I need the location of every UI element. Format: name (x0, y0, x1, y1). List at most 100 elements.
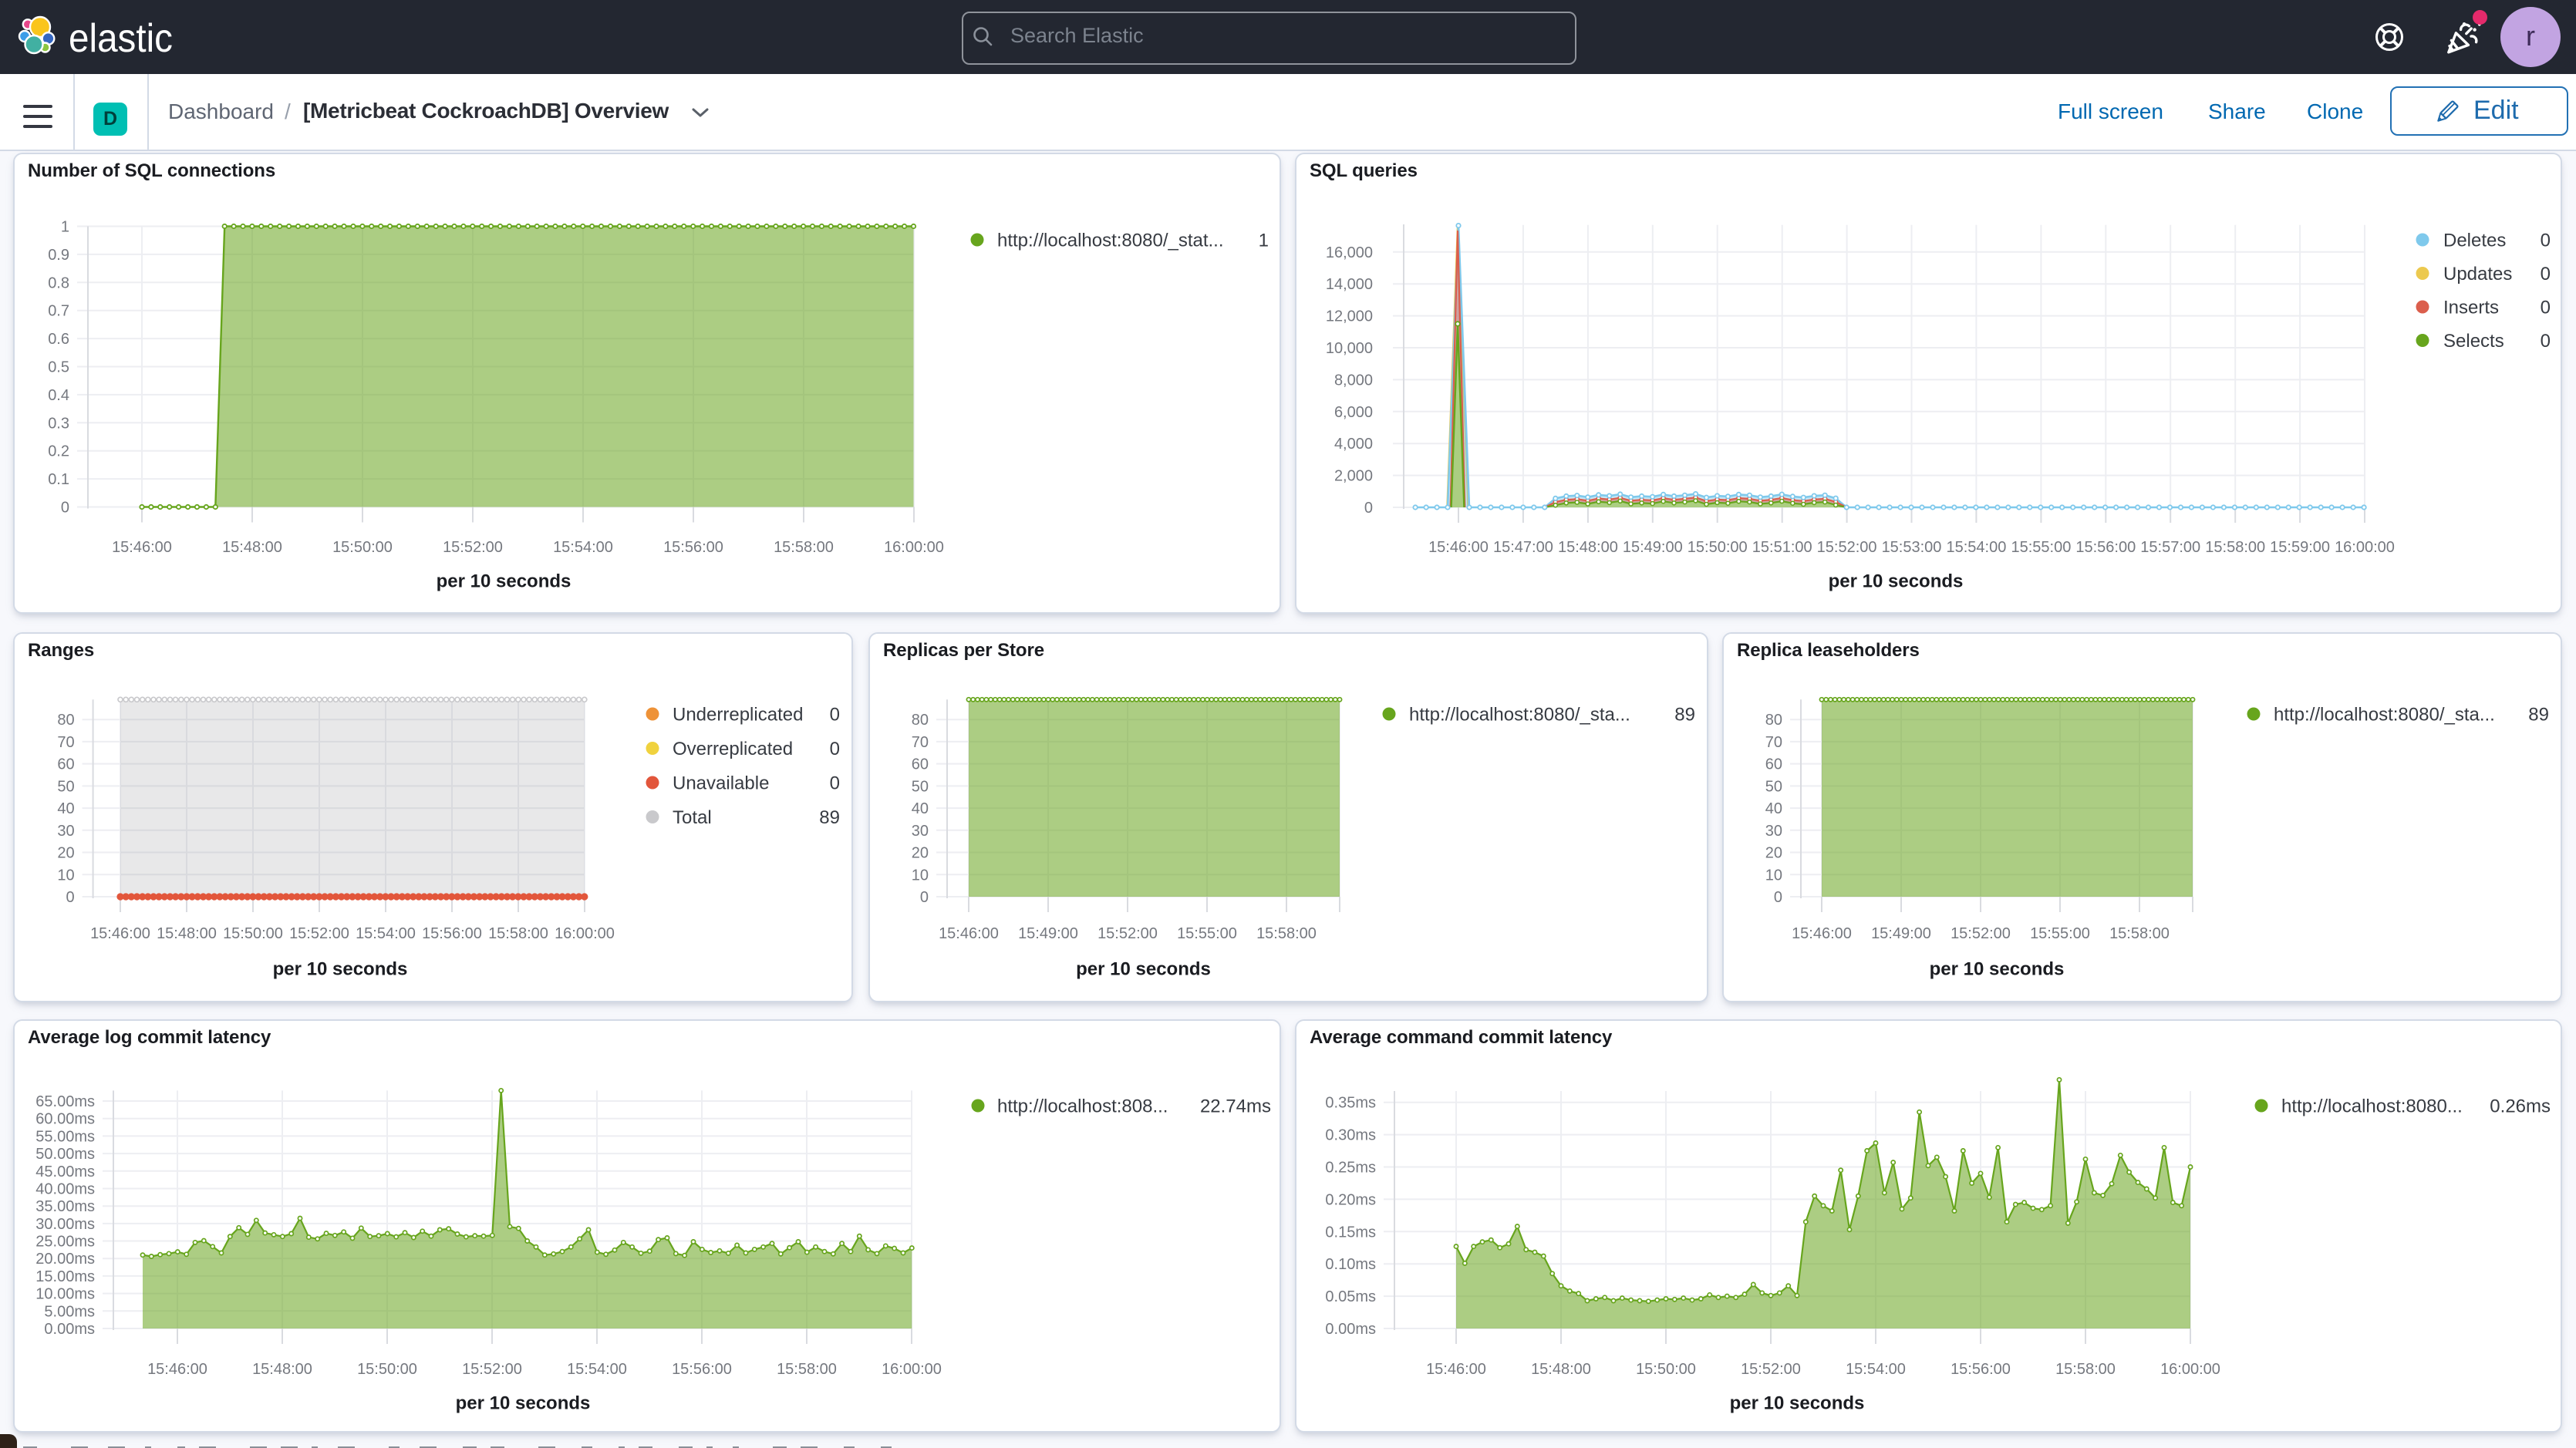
svg-text:15:53:00: 15:53:00 (1882, 539, 1942, 556)
svg-text:15:50:00: 15:50:00 (332, 539, 393, 556)
svg-text:70: 70 (1765, 734, 1782, 751)
svg-text:5.00ms: 5.00ms (44, 1303, 95, 1320)
svg-text:40: 40 (57, 800, 74, 817)
svg-text:Inserts: Inserts (2443, 297, 2499, 318)
svg-text:0: 0 (66, 889, 74, 906)
svg-text:35.00ms: 35.00ms (35, 1198, 95, 1215)
svg-text:15:48:00: 15:48:00 (252, 1361, 312, 1378)
svg-text:15:58:00: 15:58:00 (777, 1361, 837, 1378)
svg-text:15:58:00: 15:58:00 (2205, 539, 2265, 556)
svg-text:16:00:00: 16:00:00 (555, 925, 615, 942)
svg-text:1: 1 (1259, 230, 1269, 251)
svg-text:0.30ms: 0.30ms (1325, 1127, 1376, 1144)
svg-text:http://localhost:8080/_sta...: http://localhost:8080/_sta... (1409, 704, 1630, 725)
svg-text:15:56:00: 15:56:00 (422, 925, 482, 942)
svg-text:15:52:00: 15:52:00 (289, 925, 349, 942)
svg-text:50: 50 (912, 778, 929, 795)
svg-text:15:52:00: 15:52:00 (1097, 925, 1158, 942)
svg-text:15:50:00: 15:50:00 (357, 1361, 417, 1378)
svg-text:50.00ms: 50.00ms (35, 1146, 95, 1163)
svg-text:15:46:00: 15:46:00 (1792, 925, 1852, 942)
svg-text:0: 0 (920, 889, 929, 906)
svg-text:0: 0 (1774, 889, 1782, 906)
svg-text:15:54:00: 15:54:00 (1846, 1361, 1906, 1378)
svg-text:40: 40 (912, 800, 929, 817)
svg-text:40: 40 (1765, 800, 1782, 817)
svg-text:10.00ms: 10.00ms (35, 1286, 95, 1303)
svg-text:15:47:00: 15:47:00 (1493, 539, 1553, 556)
svg-text:15:56:00: 15:56:00 (2075, 539, 2136, 556)
svg-text:0: 0 (2541, 331, 2551, 352)
svg-text:15:54:00: 15:54:00 (356, 925, 416, 942)
svg-text:15:48:00: 15:48:00 (222, 539, 282, 556)
svg-text:4,000: 4,000 (1334, 436, 1373, 453)
svg-text:50: 50 (1765, 778, 1782, 795)
svg-text:10: 10 (1765, 867, 1782, 884)
svg-text:15:59:00: 15:59:00 (2270, 539, 2330, 556)
svg-text:http://localhost:8080/_sta...: http://localhost:8080/_sta... (2274, 704, 2495, 725)
svg-text:20: 20 (57, 845, 74, 862)
svg-text:15:52:00: 15:52:00 (462, 1361, 522, 1378)
svg-text:60: 60 (1765, 756, 1782, 773)
svg-text:80: 80 (57, 712, 74, 729)
svg-text:15:58:00: 15:58:00 (2055, 1361, 2116, 1378)
svg-text:http://localhost:8080/_stat...: http://localhost:8080/_stat... (997, 230, 1224, 251)
svg-text:0: 0 (2541, 297, 2551, 318)
svg-text:16:00:00: 16:00:00 (2335, 539, 2395, 556)
svg-text:8,000: 8,000 (1334, 372, 1373, 389)
svg-text:15:54:00: 15:54:00 (567, 1361, 627, 1378)
svg-text:15:46:00: 15:46:00 (1428, 539, 1489, 556)
svg-text:12,000: 12,000 (1326, 308, 1373, 325)
svg-text:per 10 seconds: per 10 seconds (273, 958, 408, 979)
svg-text:0.7: 0.7 (48, 303, 69, 320)
svg-text:70: 70 (912, 734, 929, 751)
svg-text:Total: Total (673, 807, 712, 828)
svg-text:15:46:00: 15:46:00 (147, 1361, 207, 1378)
svg-text:55.00ms: 55.00ms (35, 1128, 95, 1145)
svg-text:60.00ms: 60.00ms (35, 1111, 95, 1128)
svg-text:15:56:00: 15:56:00 (1951, 1361, 2011, 1378)
svg-text:30.00ms: 30.00ms (35, 1216, 95, 1233)
svg-text:15:46:00: 15:46:00 (939, 925, 999, 942)
svg-text:70: 70 (57, 734, 74, 751)
svg-text:per 10 seconds: per 10 seconds (437, 571, 572, 591)
svg-text:15:48:00: 15:48:00 (1558, 539, 1618, 556)
svg-text:0.1: 0.1 (48, 471, 69, 488)
svg-text:15.00ms: 15.00ms (35, 1268, 95, 1285)
svg-text:http://localhost:808...: http://localhost:808... (997, 1096, 1168, 1116)
svg-text:15:58:00: 15:58:00 (488, 925, 548, 942)
svg-text:15:58:00: 15:58:00 (1256, 925, 1317, 942)
svg-text:6,000: 6,000 (1334, 404, 1373, 421)
svg-text:89: 89 (819, 807, 840, 828)
svg-text:0: 0 (1364, 500, 1373, 517)
svg-text:Overreplicated: Overreplicated (673, 739, 793, 759)
svg-text:10,000: 10,000 (1326, 340, 1373, 357)
svg-text:15:49:00: 15:49:00 (1871, 925, 1931, 942)
svg-text:Underreplicated: Underreplicated (673, 704, 803, 725)
svg-text:15:46:00: 15:46:00 (1426, 1361, 1486, 1378)
svg-text:15:52:00: 15:52:00 (443, 539, 503, 556)
svg-text:30: 30 (57, 823, 74, 840)
svg-text:15:58:00: 15:58:00 (774, 539, 834, 556)
svg-text:14,000: 14,000 (1326, 276, 1373, 293)
svg-text:0.26ms: 0.26ms (2490, 1096, 2551, 1116)
svg-text:0.4: 0.4 (48, 387, 69, 404)
svg-text:30: 30 (912, 823, 929, 840)
svg-text:15:58:00: 15:58:00 (2109, 925, 2170, 942)
svg-text:per 10 seconds: per 10 seconds (1829, 571, 1964, 591)
svg-text:10: 10 (57, 867, 74, 884)
svg-text:15:51:00: 15:51:00 (1752, 539, 1812, 556)
svg-text:16:00:00: 16:00:00 (882, 1361, 942, 1378)
svg-text:15:49:00: 15:49:00 (1018, 925, 1078, 942)
svg-text:0.3: 0.3 (48, 415, 69, 432)
svg-text:0.10ms: 0.10ms (1325, 1256, 1376, 1273)
svg-text:elastic: elastic (69, 16, 173, 61)
svg-text:15:54:00: 15:54:00 (553, 539, 613, 556)
svg-text:16,000: 16,000 (1326, 244, 1373, 261)
svg-text:15:54:00: 15:54:00 (1946, 539, 2006, 556)
svg-text:80: 80 (1765, 712, 1782, 729)
svg-text:40.00ms: 40.00ms (35, 1181, 95, 1198)
svg-text:50: 50 (57, 778, 74, 795)
svg-text:0.05ms: 0.05ms (1325, 1288, 1376, 1305)
svg-text:Updates: Updates (2443, 264, 2512, 285)
